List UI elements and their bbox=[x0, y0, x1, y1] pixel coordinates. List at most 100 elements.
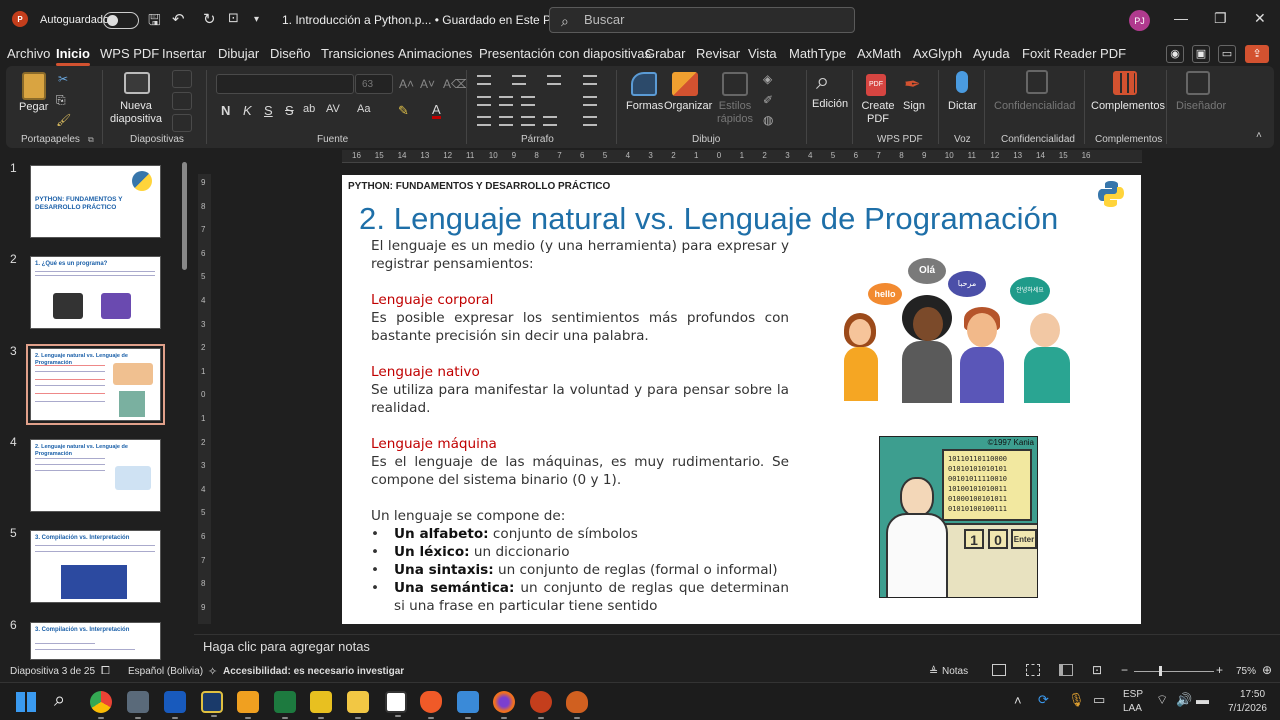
zoom-out-icon[interactable]: − bbox=[1121, 663, 1128, 677]
reset-icon[interactable] bbox=[172, 92, 192, 110]
tab-axmath[interactable]: AxMath bbox=[857, 46, 901, 61]
line-spacing-icon[interactable] bbox=[547, 75, 561, 85]
align-left-icon[interactable] bbox=[477, 116, 491, 126]
close-icon[interactable]: ✕ bbox=[1254, 10, 1266, 27]
scrollbar-thumb[interactable] bbox=[182, 162, 187, 270]
arrange-icon[interactable] bbox=[672, 72, 698, 96]
tab-foxit[interactable]: Foxit Reader PDF bbox=[1022, 46, 1126, 61]
input-language-top[interactable]: ESP bbox=[1123, 689, 1143, 700]
sync-icon[interactable]: ⟳ bbox=[1038, 692, 1049, 708]
search-box[interactable]: ⌕ Buscar bbox=[549, 7, 855, 33]
shadow-icon[interactable]: ab bbox=[303, 103, 315, 115]
pawn-app-icon[interactable] bbox=[566, 691, 588, 719]
numbering-icon[interactable] bbox=[512, 75, 526, 85]
clear-format-icon[interactable]: A⌫ bbox=[443, 77, 468, 91]
tab-archivo[interactable]: Archivo bbox=[7, 46, 50, 61]
volume-icon[interactable]: 🔊 bbox=[1176, 692, 1192, 708]
accessibility-status[interactable]: Accesibilidad: es necesario investigar bbox=[223, 666, 404, 677]
customize-chevron-icon[interactable]: ▾ bbox=[254, 14, 259, 25]
text-direction-icon[interactable] bbox=[583, 75, 597, 85]
restore-icon[interactable]: ❐ bbox=[1214, 10, 1227, 27]
tab-revisar[interactable]: Revisar bbox=[696, 46, 740, 61]
app-icon[interactable] bbox=[237, 691, 259, 719]
editing-label[interactable]: Edición bbox=[812, 98, 848, 111]
slide-canvas[interactable]: PYTHON: FUNDAMENTOS Y DESARROLLO PRÁCTIC… bbox=[342, 175, 1141, 624]
notepad-icon[interactable] bbox=[457, 691, 479, 719]
word-icon[interactable] bbox=[164, 691, 186, 719]
share-icon[interactable]: ⇪ bbox=[1245, 45, 1269, 63]
slide-thumbnail-6[interactable]: 3. Compilación vs. Interpretación bbox=[30, 622, 161, 660]
notes-app-icon[interactable] bbox=[310, 691, 332, 719]
shape-fill-icon[interactable]: ◈ bbox=[763, 72, 772, 86]
spellcheck-icon[interactable]: ⧠ bbox=[101, 665, 110, 678]
excel-icon[interactable] bbox=[274, 691, 296, 719]
decrease-indent-icon[interactable] bbox=[477, 96, 491, 106]
reading-view-icon[interactable] bbox=[1059, 664, 1073, 676]
quick-styles-icon[interactable] bbox=[722, 72, 748, 96]
tab-transiciones[interactable]: Transiciones bbox=[321, 46, 394, 61]
firefox-icon[interactable] bbox=[493, 691, 515, 719]
italic-icon[interactable]: K bbox=[243, 103, 252, 118]
zoom-level[interactable]: 75% bbox=[1236, 666, 1256, 677]
justify-icon[interactable] bbox=[543, 116, 557, 126]
vertical-ruler[interactable]: 9 8 7 6 5 4 3 2 1 0 1 2 3 4 5 6 7 8 9 bbox=[198, 174, 211, 624]
thumbnail-scrollbar[interactable] bbox=[181, 160, 188, 660]
tab-vista[interactable]: Vista bbox=[748, 46, 777, 61]
tab-diseno[interactable]: Diseño bbox=[270, 46, 310, 61]
shapes-label[interactable]: Formas bbox=[626, 100, 663, 113]
align-center-icon[interactable] bbox=[499, 116, 513, 126]
font-color-icon[interactable]: A bbox=[432, 103, 441, 119]
columns-icon[interactable] bbox=[521, 96, 535, 106]
comments-icon[interactable]: ▭ bbox=[1218, 45, 1236, 63]
bullets-icon[interactable] bbox=[477, 75, 491, 85]
sign-icon[interactable]: ✒ bbox=[904, 72, 921, 97]
tab-insertar[interactable]: Insertar bbox=[162, 46, 206, 61]
tab-grabar[interactable]: Grabar bbox=[645, 46, 685, 61]
clock-time[interactable]: 17:50 bbox=[1240, 689, 1265, 700]
copy-icon[interactable]: ⎘ bbox=[56, 93, 66, 108]
slide-thumbnail-1[interactable]: PYTHON: FUNDAMENTOS Y DESARROLLO PRÁCTIC… bbox=[30, 165, 161, 238]
confidentiality-button-label[interactable]: Confidencialidad bbox=[994, 100, 1075, 113]
dictate-label[interactable]: Dictar bbox=[948, 100, 977, 113]
tray-mic-icon[interactable]: 🎙 bbox=[1068, 692, 1085, 708]
new-slide-icon[interactable] bbox=[124, 72, 150, 94]
save-icon[interactable]: 🖫 bbox=[148, 10, 161, 35]
notes-button[interactable]: Notas bbox=[942, 666, 968, 677]
create-pdf-label[interactable]: Create PDF bbox=[861, 100, 895, 126]
layout-icon[interactable] bbox=[172, 70, 192, 88]
slide-thumbnail-5[interactable]: 3. Compilación vs. Interpretación bbox=[30, 530, 161, 603]
font-name-field[interactable] bbox=[216, 74, 354, 94]
slide-thumbnail-3[interactable]: 2. Lenguaje natural vs. Lenguaje de Prog… bbox=[26, 344, 165, 425]
tab-ayuda[interactable]: Ayuda bbox=[973, 46, 1010, 61]
zoom-slider-thumb[interactable] bbox=[1159, 666, 1162, 676]
notes-icon[interactable]: ≜ bbox=[929, 665, 938, 678]
minimize-icon[interactable]: — bbox=[1174, 10, 1188, 26]
undo-icon[interactable]: ↶ bbox=[172, 10, 185, 28]
clock-date[interactable]: 7/1/2026 bbox=[1228, 703, 1267, 714]
avatar[interactable]: PJ bbox=[1129, 10, 1150, 31]
underline-icon[interactable]: S bbox=[264, 103, 273, 118]
sign-label[interactable]: Sign bbox=[903, 100, 925, 113]
slide-thumbnail-4[interactable]: 2. Lenguaje natural vs. Lenguaje de Prog… bbox=[30, 439, 161, 512]
bold-icon[interactable]: N bbox=[221, 103, 230, 118]
battery-icon[interactable]: ▬ bbox=[1196, 692, 1209, 707]
collapse-ribbon-icon[interactable]: ˄ bbox=[1256, 130, 1262, 141]
document-title[interactable]: 1. Introducción a Python.p... • Guardado… bbox=[282, 13, 560, 27]
brave-icon[interactable] bbox=[420, 691, 442, 719]
input-language-bottom[interactable]: LAA bbox=[1123, 703, 1142, 714]
find-icon[interactable]: ⌕ bbox=[816, 68, 829, 96]
zoom-slider[interactable] bbox=[1134, 671, 1214, 672]
tab-axglyph[interactable]: AxGlyph bbox=[913, 46, 962, 61]
camera-icon[interactable]: ▣ bbox=[1192, 45, 1210, 63]
designer-icon[interactable] bbox=[1186, 71, 1210, 95]
create-pdf-icon[interactable]: PDF bbox=[866, 74, 886, 96]
autosave-toggle[interactable] bbox=[103, 12, 139, 29]
designer-label[interactable]: Diseñador bbox=[1176, 100, 1226, 113]
section-icon[interactable] bbox=[172, 114, 192, 132]
align-right-icon[interactable] bbox=[521, 116, 535, 126]
record-icon[interactable]: ◉ bbox=[1166, 45, 1184, 63]
tab-presentacion[interactable]: Presentación con diapositivas bbox=[479, 46, 651, 61]
tab-mathtype[interactable]: MathType bbox=[789, 46, 846, 61]
new-slide-label[interactable]: Nueva diapositiva bbox=[106, 100, 166, 126]
tab-inicio[interactable]: Inicio bbox=[56, 46, 90, 66]
